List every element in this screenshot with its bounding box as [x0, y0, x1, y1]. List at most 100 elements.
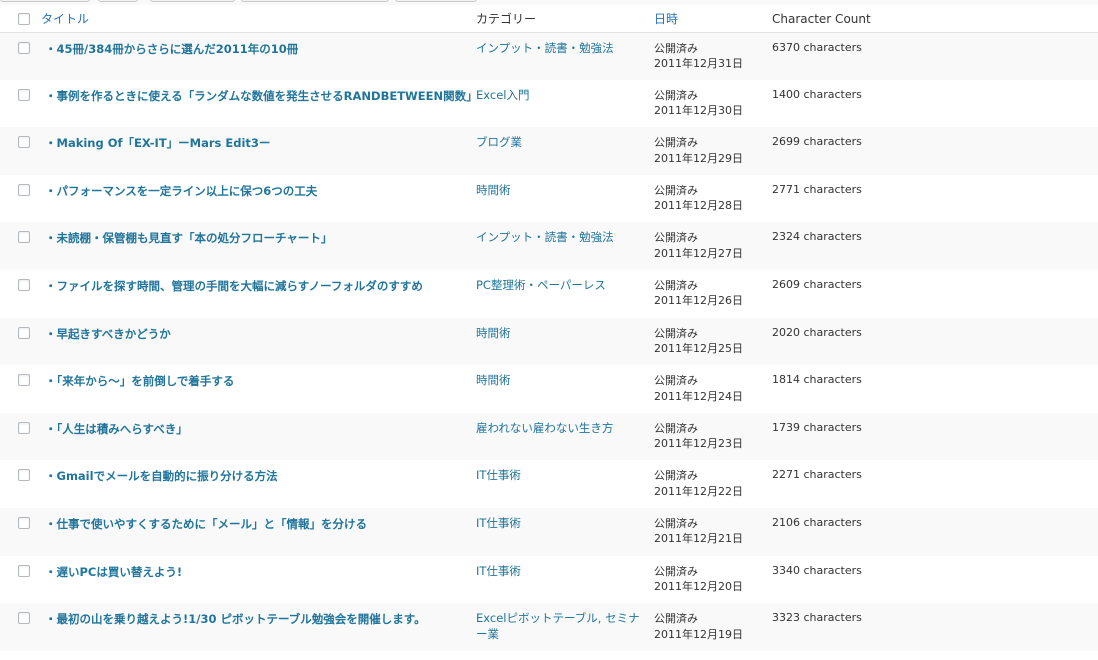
post-date: 2011年12月23日 [654, 437, 743, 451]
post-date: 2011年12月30日 [654, 104, 743, 118]
post-status: 公開済み [654, 469, 698, 483]
table-row: ・「人生は積みへらすべき」 雇われない雇わない生き方 公開済み 2011年12月23日… [0, 412, 1098, 461]
post-title-link[interactable]: ・45冊/384冊からさらに選んだ2011年の10冊 [41, 41, 476, 57]
row-checkbox-cell [0, 270, 41, 318]
post-category-link[interactable]: 時間術 [476, 326, 654, 342]
row-checkbox[interactable] [18, 231, 30, 244]
row-checkbox[interactable] [18, 41, 30, 54]
post-title-link[interactable]: ・未読棚・保管棚も見直す「本の処分フローチャート」 [41, 230, 476, 246]
post-category-link[interactable]: Excelピボットテーブル, セミナー業 [476, 611, 654, 642]
title-cell: ・Making Of「EX-IT」ーMars Edit3ー [41, 127, 476, 175]
row-checkbox[interactable] [18, 374, 30, 387]
post-category-link[interactable]: ブログ業 [476, 135, 654, 151]
post-title-link[interactable]: ・早起きすべきかどうか [41, 326, 476, 342]
date-cell: 公開済み 2011年12月30日 [654, 80, 772, 128]
category-cell: 時間術 [476, 365, 654, 413]
row-checkbox[interactable] [18, 326, 30, 339]
post-title-link[interactable]: ・「人生は積みへらすべき」 [41, 421, 476, 437]
row-checkbox[interactable] [18, 612, 30, 625]
title-cell: ・パフォーマンスを一定ライン以上に保つ6つの工夫 [41, 175, 476, 223]
post-title-link[interactable]: ・仕事で使いやすくするために「メール」と「情報」を分ける [41, 516, 476, 532]
post-status: 公開済み [654, 564, 698, 578]
column-header-category: カテゴリー [476, 12, 537, 27]
posts-table: タイトル カテゴリー 日時 Character Count ・45冊/384冊か… [0, 6, 1098, 651]
row-checkbox[interactable] [18, 136, 30, 149]
post-status: 公開済み [654, 136, 698, 150]
post-date: 2011年12月24日 [654, 389, 743, 403]
title-cell: ・「人生は積みへらすべき」 [41, 413, 476, 461]
table-row: ・「来年から〜」を前倒しで着手する 時間術 公開済み 2011年12月24日 1814 … [0, 365, 1098, 413]
title-cell: ・遅いPCは買い替えよう! [41, 556, 476, 604]
date-cell: 公開済み 2011年12月19日 [654, 603, 772, 651]
bulk-actions-select[interactable] [0, 0, 90, 2]
table-row: ・45冊/384冊からさらに選んだ2011年の10冊 インプット・読書・勉強法 公開… [0, 32, 1098, 80]
table-row: ・Gmailでメールを自動的に振り分ける方法 IT仕事術 公開済み 2011年12月2… [0, 460, 1098, 508]
table-row: ・仕事で使いやすくするために「メール」と「情報」を分ける IT仕事術 公開済み 201… [0, 507, 1098, 556]
character-count-cell: 1814 characters [772, 373, 862, 387]
post-category-link[interactable]: IT仕事術 [476, 468, 654, 484]
category-cell: IT仕事術 [476, 508, 654, 556]
category-cell: 時間術 [476, 318, 654, 366]
category-filter-select[interactable] [241, 0, 389, 2]
post-title-link[interactable]: ・パフォーマンスを一定ライン以上に保つ6つの工夫 [41, 183, 476, 199]
row-checkbox[interactable] [18, 516, 30, 529]
post-title-link[interactable]: ・Gmailでメールを自動的に振り分ける方法 [41, 468, 476, 484]
category-cell: PC整理術・ペーパーレス [476, 270, 654, 318]
date-cell: 公開済み 2011年12月25日 [654, 318, 772, 366]
row-checkbox[interactable] [18, 421, 30, 434]
character-count-cell: 1739 characters [772, 420, 862, 434]
post-category-link[interactable]: 時間術 [476, 373, 654, 389]
title-cell: ・ファイルを探す時間、管理の手間を大幅に減らすノーフォルダのすすめ [41, 270, 476, 318]
category-cell: Excel入門 [476, 80, 654, 128]
post-title-link[interactable]: ・ファイルを探す時間、管理の手間を大幅に減らすノーフォルダのすすめ [41, 278, 476, 294]
post-title-link[interactable]: ・Making Of「EX-IT」ーMars Edit3ー [41, 135, 476, 151]
bulk-actions-toolbar [0, 0, 1098, 5]
post-status: 公開済み [654, 278, 698, 292]
apply-button[interactable] [98, 0, 138, 2]
category-cell: IT仕事術 [476, 556, 654, 604]
title-cell: ・仕事で使いやすくするために「メール」と「情報」を分ける [41, 508, 476, 556]
row-checkbox-cell [0, 32, 41, 80]
post-category-link[interactable]: PC整理術・ペーパーレス [476, 278, 654, 294]
title-cell: ・未読棚・保管棚も見直す「本の処分フローチャート」 [41, 222, 476, 270]
row-checkbox-cell [0, 80, 41, 128]
post-date: 2011年12月26日 [654, 294, 743, 308]
table-row: ・Making Of「EX-IT」ーMars Edit3ー ブログ業 公開済み 201… [0, 127, 1098, 175]
row-checkbox[interactable] [18, 564, 30, 577]
row-checkbox[interactable] [18, 278, 30, 291]
column-header-date[interactable]: 日時 [654, 6, 772, 32]
category-cell: 時間術 [476, 175, 654, 223]
filter-button[interactable] [395, 0, 477, 2]
column-header-title[interactable]: タイトル [41, 6, 476, 32]
post-category-link[interactable]: IT仕事術 [476, 564, 654, 580]
column-header-character-count: Character Count [772, 11, 871, 26]
table-header-row: タイトル カテゴリー 日時 Character Count [0, 6, 1098, 32]
post-title-link[interactable]: ・最初の山を乗り越えよう!1/30 ピボットテーブル勉強会を開催します。 [41, 611, 476, 627]
select-all-checkbox[interactable] [18, 13, 30, 26]
post-category-link[interactable]: 時間術 [476, 183, 654, 199]
post-category-link[interactable]: インプット・読書・勉強法 [476, 41, 654, 57]
date-cell: 公開済み 2011年12月26日 [654, 270, 772, 318]
post-title-link[interactable]: ・事例を作るときに使える「ランダムな数値を発生させるRANDBETWEEN関数」 [41, 88, 478, 104]
row-checkbox[interactable] [18, 469, 30, 482]
title-cell: ・早起きすべきかどうか [41, 318, 476, 366]
post-category-link[interactable]: Excel入門 [476, 88, 654, 104]
category-cell: インプット・読書・勉強法 [476, 222, 654, 270]
character-count-cell: 6370 characters [772, 40, 862, 54]
date-filter-select[interactable] [150, 0, 235, 2]
table-row: ・未読棚・保管棚も見直す「本の処分フローチャート」 インプット・読書・勉強法 公開済… [0, 222, 1098, 270]
post-title-link[interactable]: ・遅いPCは買い替えよう! [41, 564, 476, 580]
post-category-link[interactable]: インプット・読書・勉強法 [476, 230, 654, 246]
post-category-link[interactable]: IT仕事術 [476, 516, 654, 532]
row-checkbox[interactable] [18, 88, 30, 101]
row-checkbox[interactable] [18, 183, 30, 196]
post-status: 公開済み [654, 183, 698, 197]
date-cell: 公開済み 2011年12月24日 [654, 365, 772, 413]
post-title-link[interactable]: ・「来年から〜」を前倒しで着手する [41, 373, 476, 389]
date-cell: 公開済み 2011年12月27日 [654, 222, 772, 270]
table-row: ・早起きすべきかどうか 時間術 公開済み 2011年12月25日 2020 charac… [0, 317, 1098, 366]
post-category-link[interactable]: 雇われない雇わない生き方 [476, 421, 654, 437]
date-cell: 公開済み 2011年12月23日 [654, 413, 772, 461]
post-status: 公開済み [654, 421, 698, 435]
category-cell: 雇われない雇わない生き方 [476, 413, 654, 461]
